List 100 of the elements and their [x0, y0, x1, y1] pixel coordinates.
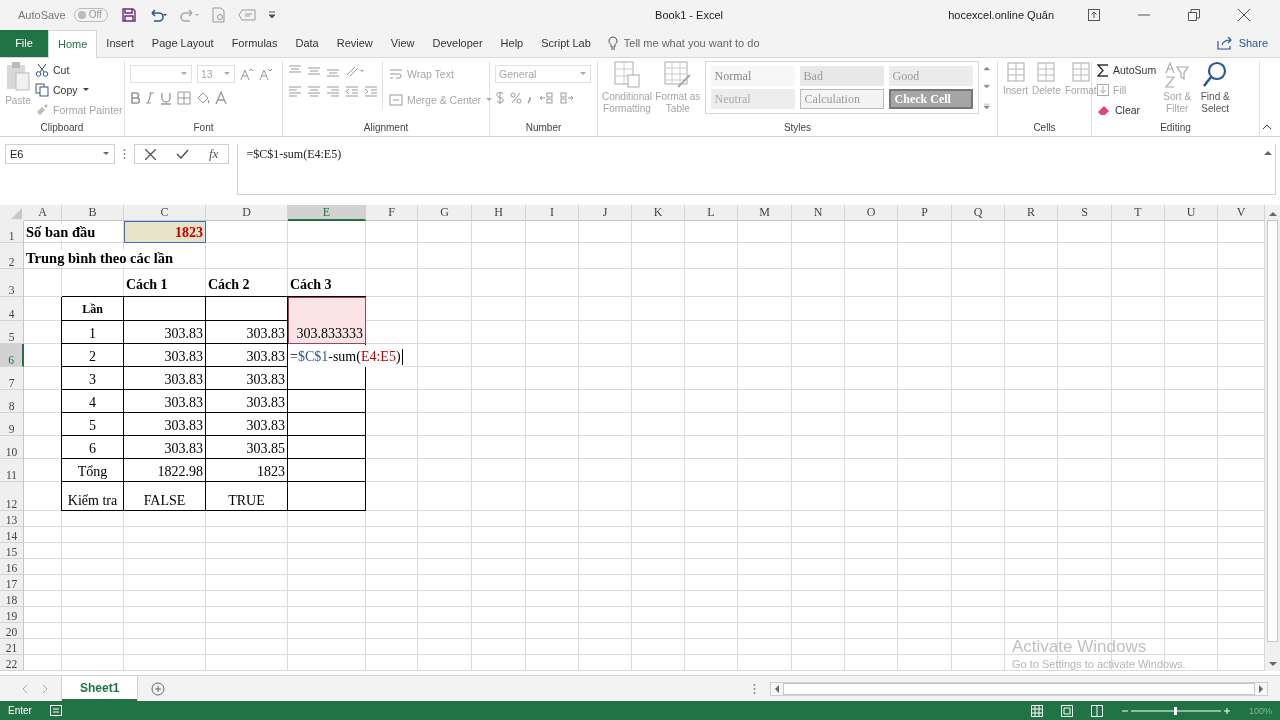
column-header[interactable]: V — [1218, 205, 1265, 222]
collapse-formula-icon[interactable] — [1264, 150, 1272, 156]
sheet-tab[interactable]: Sheet1 — [62, 676, 138, 702]
align-left-icon[interactable] — [288, 85, 302, 98]
column-header[interactable]: J — [579, 205, 632, 222]
add-sheet-icon[interactable] — [151, 681, 166, 696]
row-header[interactable]: 15 — [0, 543, 24, 560]
minimize-icon[interactable] — [1138, 13, 1150, 16]
column-header[interactable]: M — [738, 205, 792, 222]
column-header[interactable]: F — [366, 205, 418, 222]
next-sheet-icon[interactable] — [42, 684, 48, 693]
scroll-right-icon[interactable] — [1259, 684, 1264, 693]
row-header[interactable]: 14 — [0, 527, 24, 544]
cancel-icon[interactable] — [145, 148, 156, 160]
column-header[interactable]: A — [24, 205, 62, 222]
row-header[interactable]: 3 — [0, 269, 24, 298]
percent-icon[interactable] — [510, 92, 522, 105]
column-header[interactable]: E — [288, 205, 366, 222]
align-right-icon[interactable] — [326, 85, 340, 98]
macro-record-icon[interactable] — [49, 705, 62, 717]
formula-field[interactable]: =$C$1-sum(E4:E5) — [237, 144, 1276, 196]
align-center-icon[interactable] — [307, 85, 321, 98]
column-header[interactable]: N — [792, 205, 845, 222]
column-header[interactable]: B — [62, 205, 124, 222]
clear-button[interactable]: Clear — [1097, 101, 1157, 120]
increase-font-icon[interactable] — [240, 67, 254, 82]
row-header[interactable]: 7 — [0, 367, 24, 391]
decrease-indent-icon[interactable] — [345, 85, 359, 98]
enter-icon[interactable] — [176, 149, 189, 160]
scroll-up-icon[interactable] — [1268, 211, 1277, 217]
ribbon-tab[interactable]: View — [381, 29, 424, 58]
align-middle-icon[interactable] — [307, 65, 321, 78]
row-header[interactable]: 8 — [0, 390, 24, 414]
cut-button[interactable]: Cut — [35, 61, 123, 80]
column-header[interactable]: U — [1165, 205, 1218, 222]
row-header[interactable]: 11 — [0, 459, 24, 483]
name-box[interactable]: E6 — [5, 144, 115, 165]
resize-handle-icon[interactable] — [123, 148, 126, 161]
ribbon-tab[interactable]: Home — [48, 29, 98, 59]
font-name-field[interactable] — [130, 65, 192, 84]
ribbon-tab[interactable]: Page Layout — [142, 29, 223, 58]
ribbon-tab[interactable]: Help — [491, 29, 533, 58]
scroll-down-icon[interactable] — [1268, 662, 1277, 668]
column-header[interactable]: D — [206, 205, 288, 222]
column-header[interactable]: Q — [952, 205, 1005, 222]
row-header[interactable]: 18 — [0, 591, 24, 608]
row-header[interactable]: 20 — [0, 623, 24, 640]
column-header[interactable]: H — [472, 205, 526, 222]
ribbon-tab[interactable]: Script Lab — [532, 29, 600, 58]
autosum-button[interactable]: AutoSum — [1097, 61, 1157, 80]
font-color-icon[interactable] — [215, 91, 227, 106]
row-header[interactable]: 22 — [0, 655, 24, 672]
column-header[interactable]: R — [1005, 205, 1058, 222]
scroll-left-icon[interactable] — [774, 684, 779, 693]
restore-icon[interactable] — [1188, 8, 1200, 21]
column-header[interactable]: O — [845, 205, 898, 222]
form-icon[interactable] — [237, 8, 256, 21]
horizontal-scrollbar[interactable] — [770, 681, 1268, 696]
column-header[interactable]: P — [898, 205, 952, 222]
cell-editor-field[interactable]: =$C$1-sum(E4:E5) — [288, 345, 403, 368]
vertical-scrollbar[interactable] — [1265, 205, 1280, 672]
currency-icon[interactable] — [495, 91, 505, 106]
share-button[interactable]: Share — [1216, 29, 1280, 58]
ribbon-tab[interactable]: Formulas — [222, 29, 287, 58]
row-header[interactable]: 4 — [0, 297, 24, 322]
zoom-slider-icon[interactable] — [1120, 705, 1231, 716]
row-header[interactable]: 1 — [0, 221, 24, 244]
insert-function-button[interactable]: fx — [209, 146, 219, 163]
customize-icon[interactable] — [267, 9, 276, 20]
column-header[interactable]: I — [526, 205, 579, 222]
fill-color-icon[interactable] — [196, 91, 210, 106]
find-select-button[interactable]: Find & Select — [1198, 61, 1233, 116]
decrease-decimal-icon[interactable] — [559, 91, 575, 106]
bold-icon[interactable] — [130, 92, 140, 105]
ribbon-tab[interactable]: Review — [327, 29, 382, 58]
row-header[interactable]: 19 — [0, 607, 24, 624]
row-header[interactable]: 5 — [0, 321, 24, 345]
underline-icon[interactable] — [160, 91, 172, 105]
column-header[interactable]: S — [1058, 205, 1112, 222]
row-header[interactable]: 13 — [0, 511, 24, 528]
print-preview-icon[interactable] — [211, 6, 226, 23]
borders-icon[interactable] — [177, 91, 191, 106]
ribbon-tab[interactable]: Insert — [97, 29, 143, 58]
row-header[interactable]: 21 — [0, 639, 24, 656]
decrease-font-icon[interactable] — [259, 67, 273, 82]
row-header[interactable]: 17 — [0, 575, 24, 592]
column-header[interactable]: G — [418, 205, 472, 222]
column-header[interactable]: T — [1112, 205, 1165, 222]
file-tab[interactable]: File — [0, 29, 48, 58]
select-all-icon[interactable] — [0, 205, 24, 222]
ribbon-tab[interactable]: Developer — [423, 29, 492, 58]
normal-view-icon[interactable] — [1030, 704, 1043, 717]
save-icon[interactable] — [121, 7, 136, 22]
split-handle-icon[interactable] — [753, 682, 756, 695]
close-icon[interactable] — [1238, 8, 1250, 21]
row-header[interactable]: 16 — [0, 559, 24, 576]
row-header[interactable]: 10 — [0, 436, 24, 460]
row-header[interactable]: 6 — [0, 344, 24, 368]
page-break-icon[interactable] — [1090, 704, 1103, 717]
redo-icon[interactable] — [179, 7, 200, 22]
